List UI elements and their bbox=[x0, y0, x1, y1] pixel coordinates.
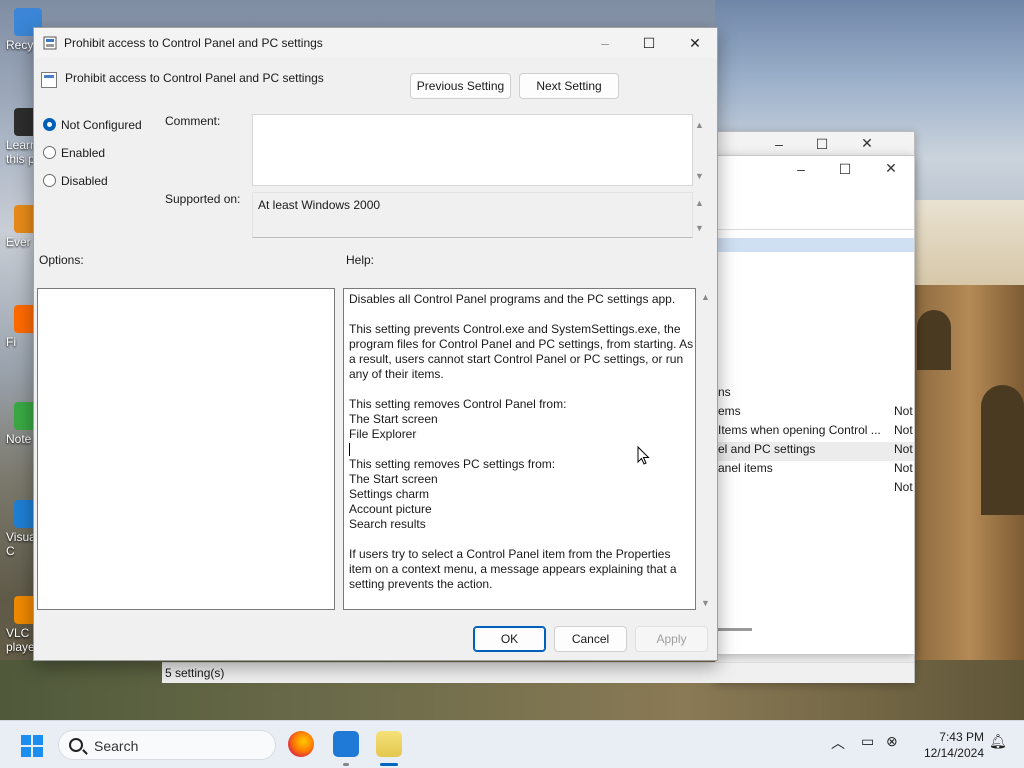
help-line: If users try to select a Control Panel i… bbox=[349, 547, 677, 591]
help-line: Settings charm bbox=[349, 487, 430, 501]
ok-button[interactable]: OK bbox=[473, 626, 546, 652]
help-line: Search results bbox=[349, 517, 426, 531]
scroll-down-icon[interactable]: ▼ bbox=[695, 223, 704, 233]
next-setting-button[interactable]: Next Setting bbox=[519, 73, 619, 99]
setting-name: ems bbox=[718, 404, 741, 418]
scroll-up-icon[interactable]: ▲ bbox=[695, 198, 704, 208]
help-line: Disables all Control Panel programs and … bbox=[349, 292, 676, 306]
maximize-icon[interactable]: ☐ bbox=[629, 32, 669, 54]
shortcut-label: Ever bbox=[6, 235, 31, 249]
search-icon bbox=[69, 738, 83, 752]
start-button[interactable] bbox=[21, 735, 43, 757]
scroll-up-icon[interactable]: ▲ bbox=[695, 120, 704, 130]
previous-setting-button[interactable]: Previous Setting bbox=[410, 73, 511, 99]
maximize-icon[interactable]: ☐ bbox=[807, 136, 837, 153]
help-line: This setting removes Control Panel from: bbox=[349, 397, 567, 411]
apply-button[interactable]: Apply bbox=[635, 626, 708, 652]
minimize-icon[interactable]: – bbox=[786, 161, 816, 177]
help-text: Disables all Control Panel programs and … bbox=[349, 292, 694, 592]
mouse-cursor-icon bbox=[637, 446, 650, 465]
firefox-icon[interactable] bbox=[288, 731, 314, 757]
options-label: Options: bbox=[39, 253, 84, 267]
status-text: 5 setting(s) bbox=[165, 666, 225, 680]
cancel-button[interactable]: Cancel bbox=[554, 626, 627, 652]
close-icon[interactable]: ✕ bbox=[876, 160, 906, 177]
setting-state: Not bbox=[894, 461, 913, 475]
bell-icon[interactable]: 🔔︎ bbox=[989, 733, 1007, 750]
chevron-up-icon[interactable]: ︿ bbox=[831, 733, 845, 753]
options-panel[interactable] bbox=[37, 288, 335, 610]
radio-indicator bbox=[43, 118, 56, 131]
shortcut-label: Fi bbox=[6, 335, 16, 349]
radio-label: Disabled bbox=[61, 174, 108, 188]
help-line: The Start screen bbox=[349, 412, 438, 426]
close-icon[interactable]: ✕ bbox=[675, 32, 715, 54]
supported-on-value: At least Windows 2000 bbox=[258, 198, 381, 212]
clock[interactable]: 7:43 PM 12/14/2024 bbox=[912, 729, 984, 761]
wallpaper-buildings bbox=[915, 200, 1024, 290]
supported-on-field: At least Windows 2000 bbox=[252, 192, 693, 238]
setting-state: Not bbox=[894, 480, 913, 494]
setting-row[interactable]: Items when opening Control ... Not bbox=[718, 421, 914, 440]
setting-row[interactable]: ns bbox=[718, 383, 914, 402]
shortcut-label: Visua C bbox=[6, 530, 36, 558]
radio-label: Enabled bbox=[61, 146, 106, 160]
maximize-icon[interactable]: ☐ bbox=[830, 161, 860, 178]
taskbar-search[interactable]: Search bbox=[58, 730, 276, 760]
setting-state: Not bbox=[894, 423, 913, 437]
setting-row[interactable]: ems Not bbox=[718, 402, 914, 421]
wallpaper-bridge bbox=[915, 285, 1024, 720]
network-icon[interactable]: ⊗ bbox=[886, 733, 898, 750]
help-line: This setting prevents Control.exe and Sy… bbox=[349, 322, 694, 381]
window-title: Prohibit access to Control Panel and PC … bbox=[64, 36, 323, 50]
policy-setting-dialog: Prohibit access to Control Panel and PC … bbox=[33, 27, 718, 661]
puzzle-app-icon[interactable] bbox=[333, 731, 359, 766]
setting-name: ns bbox=[718, 385, 731, 399]
setting-state: Not bbox=[894, 404, 913, 418]
radio-label: Not Configured bbox=[61, 118, 142, 132]
notepad-icon[interactable] bbox=[376, 731, 402, 766]
search-placeholder: Search bbox=[94, 738, 139, 754]
shortcut-label: Note bbox=[6, 432, 32, 446]
title-bar[interactable]: Prohibit access to Control Panel and PC … bbox=[34, 28, 717, 58]
radio-indicator bbox=[43, 174, 56, 187]
setting-name: el and PC settings bbox=[718, 442, 816, 456]
help-label: Help: bbox=[346, 253, 375, 267]
setting-row[interactable]: anel items Not bbox=[718, 459, 914, 478]
clock-date: 12/14/2024 bbox=[923, 746, 984, 760]
setting-row[interactable]: Not bbox=[718, 478, 914, 497]
display-icon[interactable]: ▭ bbox=[861, 733, 874, 750]
radio-indicator bbox=[43, 146, 56, 159]
help-line: File Explorer bbox=[349, 427, 417, 441]
setting-name: Items when opening Control ... bbox=[718, 423, 881, 437]
minimize-icon[interactable]: – bbox=[764, 136, 794, 152]
scroll-up-icon[interactable]: ▲ bbox=[701, 292, 710, 302]
setting-heading: Prohibit access to Control Panel and PC … bbox=[65, 71, 324, 85]
comment-label: Comment: bbox=[165, 114, 221, 128]
taskbar: Search ︿ ▭ ⊗ 7:43 PM 12/14/2024 🔔︎ bbox=[0, 720, 1024, 768]
status-bar: 5 setting(s) bbox=[162, 662, 914, 683]
setting-state: Not bbox=[894, 442, 913, 456]
scroll-down-icon[interactable]: ▼ bbox=[701, 598, 710, 608]
minimize-icon[interactable]: – bbox=[585, 32, 625, 54]
scroll-down-icon[interactable]: ▼ bbox=[695, 171, 704, 181]
help-line: The Start screen bbox=[349, 472, 438, 486]
shortcut-label: Recy bbox=[6, 38, 34, 52]
setting-name: anel items bbox=[718, 461, 773, 475]
clock-time: 7:43 PM bbox=[939, 730, 984, 744]
policy-icon bbox=[43, 36, 57, 50]
setting-icon bbox=[41, 72, 57, 88]
setting-row[interactable]: el and PC settings Not bbox=[718, 440, 914, 459]
comment-field[interactable] bbox=[252, 114, 693, 186]
close-icon[interactable]: ✕ bbox=[852, 135, 882, 152]
supported-on-label: Supported on: bbox=[165, 192, 241, 206]
help-line: Account picture bbox=[349, 502, 432, 516]
